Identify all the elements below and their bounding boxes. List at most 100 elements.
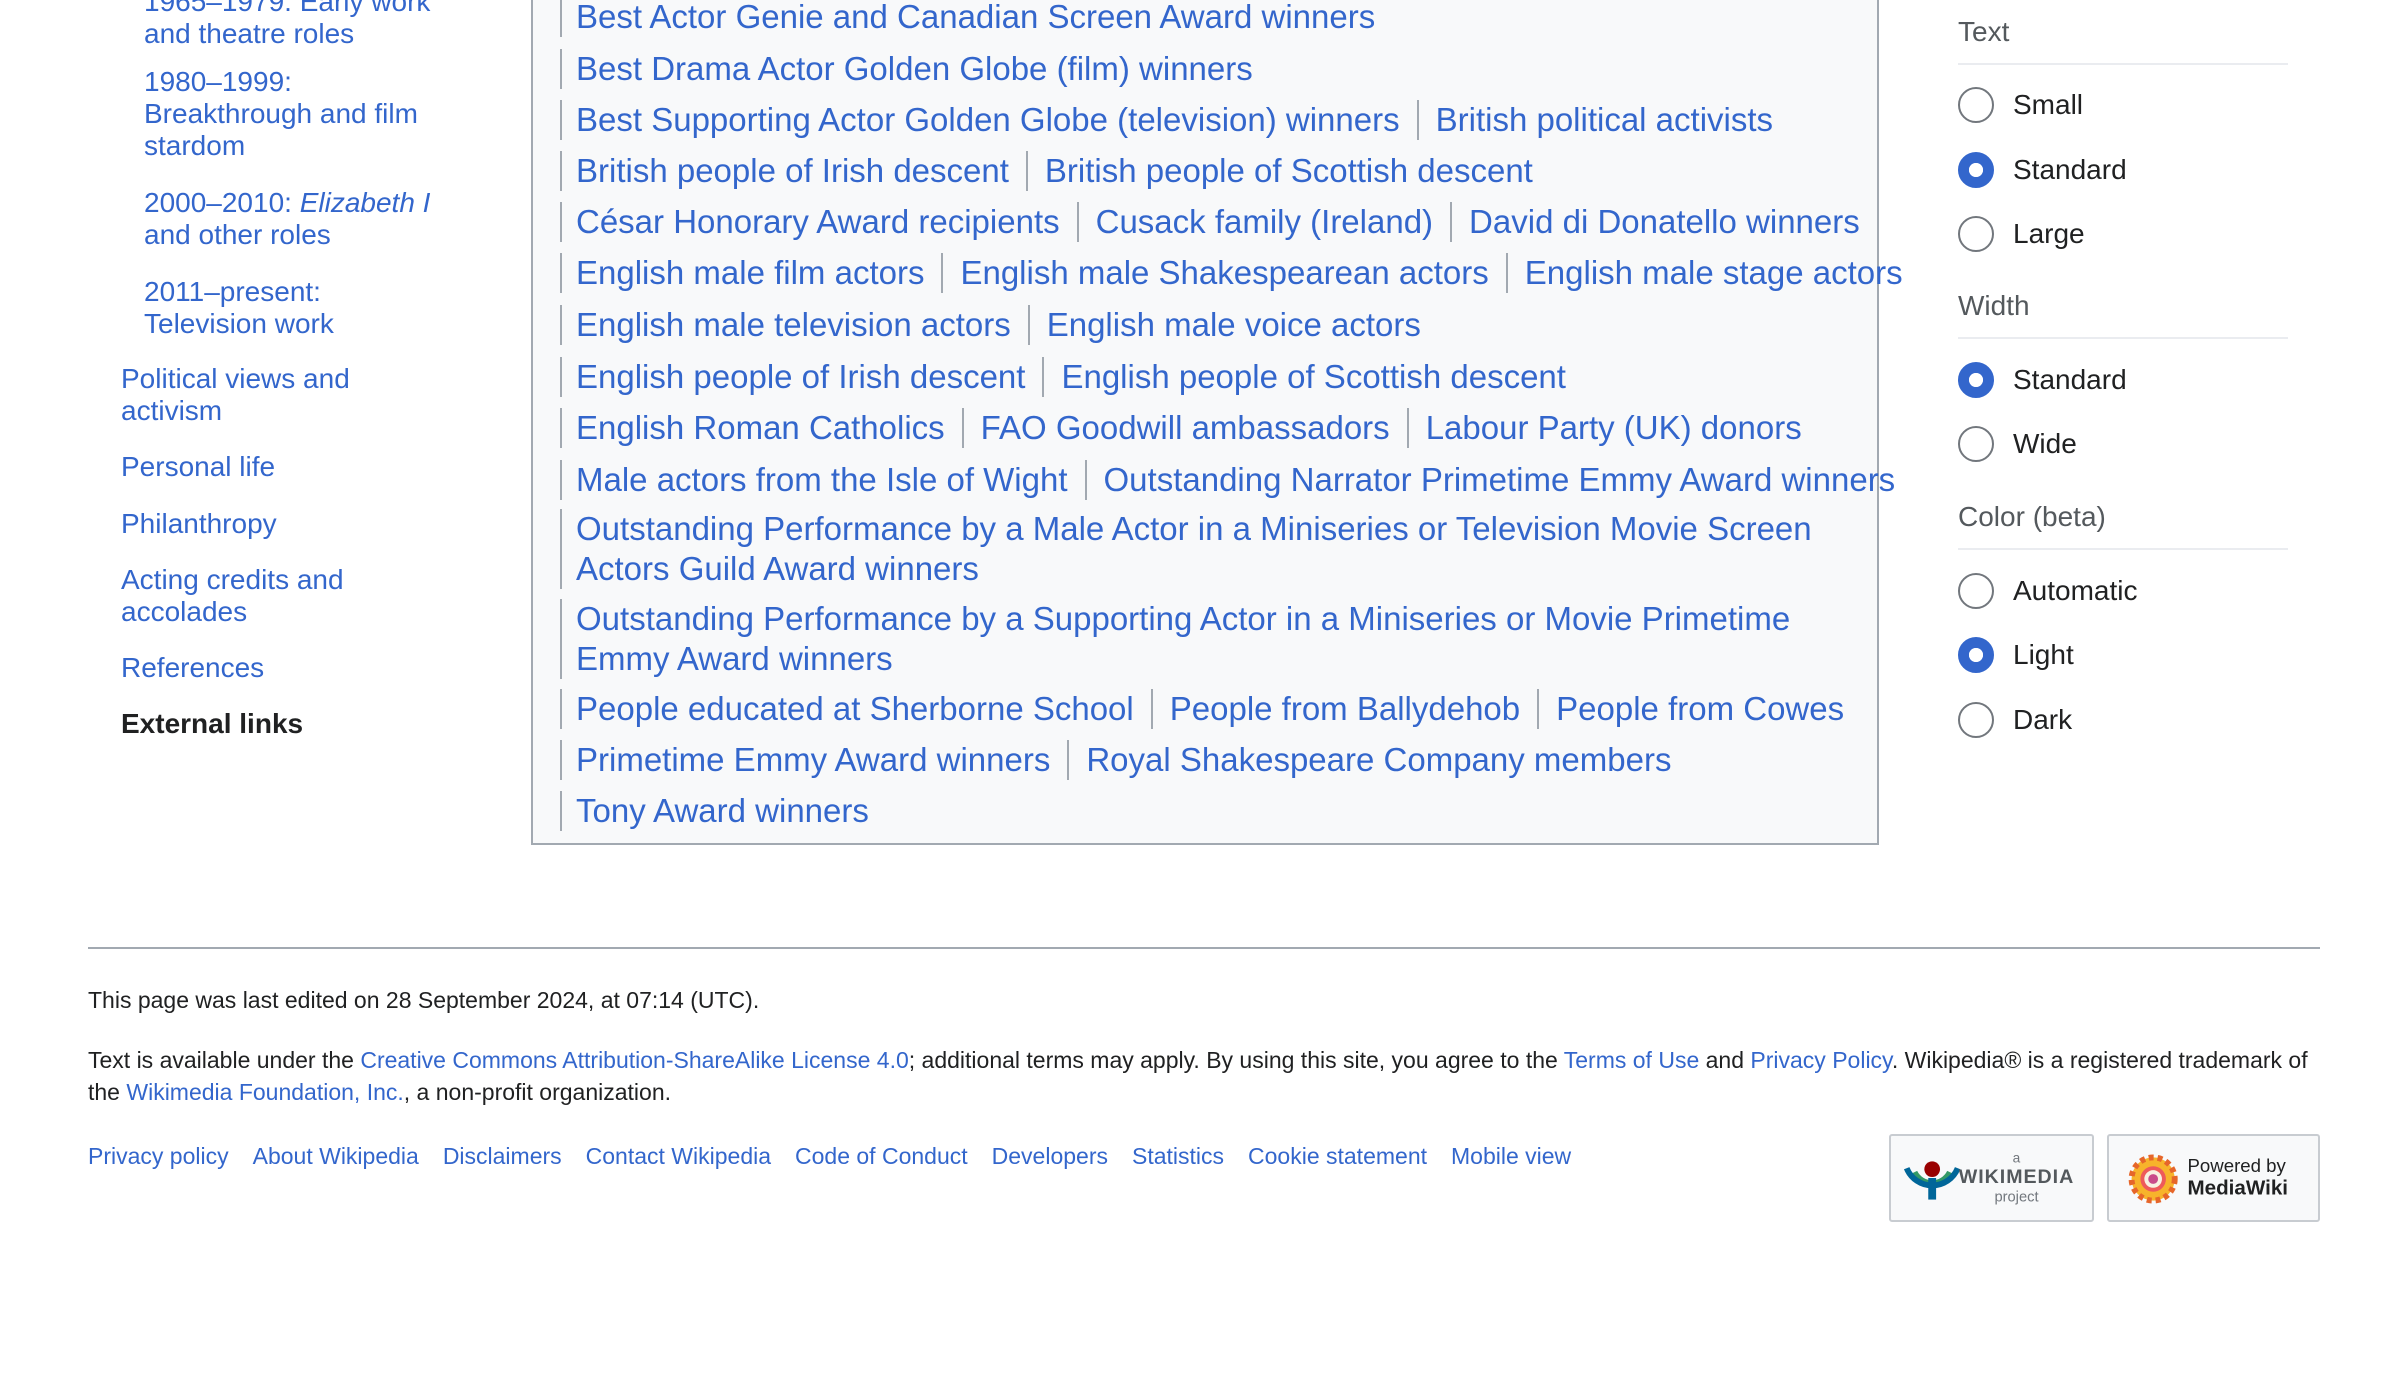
toc-item-external-links[interactable]: External links (121, 708, 303, 740)
license-notice: Text is available under the Creative Com… (88, 1044, 2328, 1108)
category-link[interactable]: British people of Irish descent (560, 151, 1026, 191)
toc-item-political-views[interactable]: Political views and activism (121, 363, 350, 427)
toc-item-italic: Elizabeth I (299, 187, 431, 218)
privacy-policy-link[interactable]: Privacy Policy (1750, 1047, 1891, 1073)
category-row: People educated at Sherborne School Peop… (560, 689, 1861, 729)
category-link[interactable]: FAO Goodwill ambassadors (961, 408, 1407, 448)
category-row: Best Supporting Actor Golden Globe (tele… (560, 100, 1790, 140)
category-link[interactable]: English people of Scottish descent (1042, 357, 1583, 397)
category-row: Best Actor Genie and Canadian Screen Awa… (560, 0, 1392, 37)
radio-button-checked[interactable] (1958, 637, 1994, 673)
category-link[interactable]: Best Actor Genie and Canadian Screen Awa… (560, 0, 1392, 37)
footer-link-statistics[interactable]: Statistics (1132, 1140, 1224, 1172)
radio-button-checked[interactable] (1958, 152, 1994, 188)
radio-label: Standard (2013, 154, 2127, 185)
category-row: English people of Irish descent English … (560, 357, 1583, 397)
category-link[interactable]: Labour Party (UK) donors (1406, 408, 1819, 448)
toc-item-line: References (121, 652, 265, 683)
color-heading: Color (beta) (1958, 500, 2288, 550)
text-size-standard-option[interactable]: Standard (1958, 148, 2127, 192)
category-link[interactable]: Primetime Emmy Award winners (560, 740, 1067, 780)
category-link[interactable]: English male film actors (560, 253, 941, 293)
text-size-small-option[interactable]: Small (1958, 83, 2083, 127)
category-link[interactable]: British people of Scottish descent (1025, 151, 1550, 191)
footer-link-mobile-view[interactable]: Mobile view (1451, 1140, 1571, 1172)
toc-item-line: 1980–1999: (144, 66, 292, 97)
category-link[interactable]: David di Donatello winners (1450, 202, 1877, 242)
toc-item-line: Breakthrough and film (144, 98, 418, 129)
category-row: British people of Irish descent British … (560, 151, 1550, 191)
category-link[interactable]: Outstanding Performance by a Male Actor … (560, 509, 1863, 589)
text-size-large-option[interactable]: Large (1958, 212, 2085, 256)
category-row: English male film actors English male Sh… (560, 253, 1920, 293)
category-link[interactable]: English male Shakespearean actors (941, 253, 1505, 293)
footer-link-contact[interactable]: Contact Wikipedia (586, 1140, 771, 1172)
footer-link-privacy-policy[interactable]: Privacy policy (88, 1140, 229, 1172)
category-link[interactable]: English Roman Catholics (560, 408, 962, 448)
category-link[interactable]: English male voice actors (1027, 305, 1438, 345)
category-link[interactable]: Best Supporting Actor Golden Globe (tele… (560, 100, 1417, 140)
width-standard-option[interactable]: Standard (1958, 358, 2127, 402)
footer-link-code-of-conduct[interactable]: Code of Conduct (795, 1140, 968, 1172)
category-link[interactable]: Best Drama Actor Golden Globe (film) win… (560, 49, 1270, 89)
badge-line1-text: Powered by (2187, 1155, 2286, 1176)
radio-button[interactable] (1958, 216, 1994, 252)
category-link[interactable]: Outstanding Narrator Primetime Emmy Awar… (1084, 460, 1913, 500)
radio-button[interactable] (1958, 87, 1994, 123)
badge-small-text: a (2013, 1150, 2021, 1165)
license-text: , a non-profit organization. (403, 1079, 671, 1105)
wikimedia-foundation-link[interactable]: Wikimedia Foundation, Inc. (126, 1079, 403, 1105)
powered-by-mediawiki-badge[interactable]: Powered by MediaWiki (2107, 1134, 2320, 1222)
cc-license-link[interactable]: Creative Commons Attribution-ShareAlike … (360, 1047, 908, 1073)
toc-item-line: activism (121, 395, 223, 426)
radio-button-checked[interactable] (1958, 362, 1994, 398)
table-of-contents: 1965–1979: Early work and theatre roles … (0, 0, 470, 900)
footer-link-about[interactable]: About Wikipedia (253, 1140, 419, 1172)
category-link[interactable]: English male stage actors (1505, 253, 1920, 293)
category-row: Outstanding Performance by a Supporting … (560, 599, 1863, 681)
toc-item-line: and theatre roles (144, 18, 355, 49)
toc-item-personal-life[interactable]: Personal life (121, 451, 275, 483)
toc-item-philanthropy[interactable]: Philanthropy (121, 508, 277, 540)
toc-item-breakthrough[interactable]: 1980–1999: Breakthrough and film stardom (144, 66, 418, 162)
radio-button[interactable] (1958, 702, 1994, 738)
license-text: Text is available under the (88, 1047, 361, 1073)
radio-button[interactable] (1958, 426, 1994, 462)
toc-item-elizabeth[interactable]: 2000–2010: Elizabeth I and other roles (144, 187, 430, 251)
last-edited-notice: This page was last edited on 28 Septembe… (88, 987, 760, 1013)
category-link[interactable]: English people of Irish descent (560, 357, 1042, 397)
appearance-panel: Text Small Standard Large Width Standard… (1958, 0, 2288, 760)
category-row: Tony Award winners (560, 791, 886, 831)
category-link[interactable]: People from Ballydehob (1150, 689, 1537, 729)
badge-sub-text: project (1994, 1190, 2038, 1206)
category-link[interactable]: People from Cowes (1537, 689, 1861, 729)
color-dark-option[interactable]: Dark (1958, 698, 2072, 742)
color-automatic-option[interactable]: Automatic (1958, 569, 2138, 613)
category-link[interactable]: César Honorary Award recipients (560, 202, 1077, 242)
toc-item-television-work[interactable]: 2011–present: Television work (144, 276, 334, 340)
category-link[interactable]: British political activists (1416, 100, 1790, 140)
footer-link-disclaimers[interactable]: Disclaimers (443, 1140, 562, 1172)
toc-item-line: and other roles (144, 219, 331, 250)
wikimedia-project-badge[interactable]: a WIKIMEDIA project (1889, 1134, 2094, 1222)
radio-button[interactable] (1958, 573, 1994, 609)
terms-of-use-link[interactable]: Terms of Use (1564, 1047, 1699, 1073)
wikimedia-logo-icon: a WIKIMEDIA project (1903, 1150, 2073, 1206)
toc-item-acting-credits[interactable]: Acting credits and accolades (121, 564, 344, 628)
category-link[interactable]: Tony Award winners (560, 791, 886, 831)
color-light-option[interactable]: Light (1958, 633, 2074, 677)
category-link[interactable]: People educated at Sherborne School (560, 689, 1151, 729)
footer-link-cookie-statement[interactable]: Cookie statement (1248, 1140, 1427, 1172)
category-link[interactable]: Royal Shakespeare Company members (1067, 740, 1688, 780)
category-row: Best Drama Actor Golden Globe (film) win… (560, 49, 1270, 89)
toc-item-references[interactable]: References (121, 652, 264, 684)
width-wide-option[interactable]: Wide (1958, 422, 2077, 466)
toc-item-line: External links (121, 708, 304, 739)
footer-link-developers[interactable]: Developers (992, 1140, 1108, 1172)
category-link[interactable]: Cusack family (Ireland) (1076, 202, 1450, 242)
category-link[interactable]: English male television actors (560, 305, 1028, 345)
category-link[interactable]: Male actors from the Isle of Wight (560, 460, 1085, 500)
category-link[interactable]: Outstanding Performance by a Supporting … (560, 599, 1863, 679)
radio-label: Dark (2013, 704, 2073, 735)
toc-item-early-work[interactable]: 1965–1979: Early work and theatre roles (144, 0, 430, 50)
